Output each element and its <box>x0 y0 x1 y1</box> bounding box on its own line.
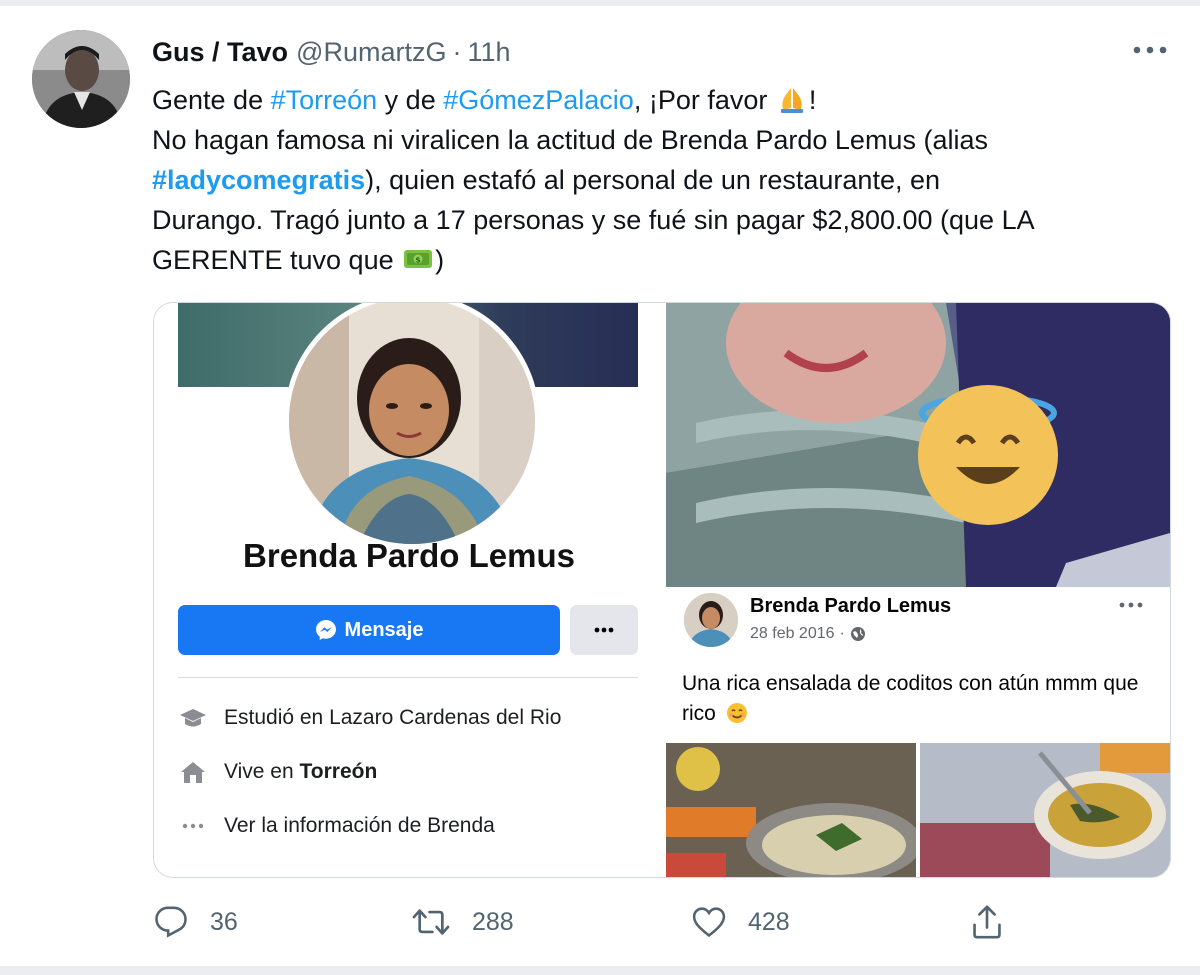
info-lives-city[interactable]: Torreón <box>300 760 378 784</box>
share-button[interactable] <box>970 898 1004 946</box>
profile-picture-image <box>289 303 535 544</box>
post-food-photo-1[interactable] <box>666 743 916 877</box>
message-button[interactable]: Mensaje <box>178 605 560 655</box>
dollar-banknote-icon: $ <box>404 250 433 268</box>
tweet-timestamp[interactable]: 11h <box>467 37 510 68</box>
ellipsis-icon <box>178 811 208 841</box>
bottom-divider <box>0 966 1200 975</box>
tweet-line-1: Gente de #Torreón y de #GómezPalacio, ¡P… <box>152 80 1182 120</box>
tweet-text-segment: ), quien estafó al personal de un restau… <box>365 165 940 195</box>
tweet-text-segment: Gente de <box>152 85 271 115</box>
smiling-face-icon <box>726 703 747 723</box>
post-body: Una rica ensalada de coditos con atún mm… <box>682 669 1152 729</box>
author-avatar-image <box>32 30 130 128</box>
info-lives: Vive en Torreón <box>178 755 377 789</box>
post-date: 28 feb 2016 · <box>750 625 866 643</box>
more-dots-icon <box>594 627 614 633</box>
post-more-button[interactable] <box>1114 595 1148 615</box>
post-body-text: Una rica ensalada de coditos con atún mm… <box>682 672 1139 725</box>
svg-text:$: $ <box>415 256 421 265</box>
more-dots-icon <box>1133 46 1167 54</box>
facebook-post-screenshot[interactable]: Brenda Pardo Lemus 28 feb 2016 · Una ric… <box>666 303 1170 877</box>
tweet-line-2: No hagan famosa ni viralicen la actitud … <box>152 125 988 155</box>
tweet-text-segment: y de <box>377 85 444 115</box>
tweet-header: Gus / Tavo @RumartzG · 11h <box>152 34 511 70</box>
globe-icon <box>850 627 865 641</box>
info-studied: Estudió en Lazaro Cardenas del Rio <box>178 701 561 735</box>
author-name[interactable]: Gus / Tavo <box>152 37 288 68</box>
author-handle[interactable]: @RumartzG <box>296 37 446 68</box>
tweet-text-segment: ! <box>808 85 817 115</box>
facebook-profile-screenshot[interactable]: Brenda Pardo Lemus Mensaje Estudió en La… <box>154 303 664 877</box>
food-photo-1-image <box>666 743 916 877</box>
tweet-line-3: #ladycomegratis), quien estafó al person… <box>152 160 1182 200</box>
folded-hands-icon <box>780 88 803 113</box>
heart-icon <box>692 907 726 938</box>
more-dots-icon <box>1119 602 1143 608</box>
tweet-text-segment: , ¡Por favor <box>633 85 775 115</box>
tweet-text: Gente de #Torreón y de #GómezPalacio, ¡P… <box>152 80 1182 280</box>
post-date-separator: · <box>839 625 845 642</box>
retweet-count: 288 <box>472 907 514 936</box>
retweet-button[interactable]: 288 <box>412 898 514 946</box>
post-photo <box>666 303 1170 587</box>
tweet-text-segment: ) <box>435 245 445 275</box>
profile-more-button[interactable] <box>570 605 638 655</box>
tweet-actions: 36 288 428 <box>0 898 1200 946</box>
profile-name: Brenda Pardo Lemus <box>243 537 575 574</box>
post-date-text[interactable]: 28 feb 2016 <box>750 625 835 643</box>
graduation-cap-icon <box>178 703 208 733</box>
like-button[interactable]: 428 <box>692 898 790 946</box>
header-separator: · <box>452 36 462 67</box>
like-count: 428 <box>748 907 790 936</box>
post-author-name[interactable]: Brenda Pardo Lemus <box>750 595 951 618</box>
info-see-more-text: Ver la información de Brenda <box>224 814 495 837</box>
share-icon <box>973 905 1001 939</box>
post-food-photo-2[interactable] <box>920 743 1170 877</box>
messenger-icon <box>315 620 336 640</box>
tweet-line-4: Durango. Tragó junto a 17 personas y se … <box>152 205 1035 235</box>
post-photo-image <box>666 303 1170 587</box>
retweet-icon <box>412 909 450 935</box>
profile-divider <box>178 677 638 678</box>
info-see-more[interactable]: Ver la información de Brenda <box>178 809 495 843</box>
hashtag-ladycomegratis[interactable]: #ladycomegratis <box>152 165 365 195</box>
info-studied-text: Estudió en Lazaro Cardenas del Rio <box>224 706 562 729</box>
hashtag-torreon[interactable]: #Torreón <box>271 85 378 115</box>
post-author-avatar-image <box>684 593 738 647</box>
reply-button[interactable]: 36 <box>154 898 238 946</box>
info-lives-prefix: Vive en <box>224 760 294 783</box>
tweet-media[interactable]: Brenda Pardo Lemus Mensaje Estudió en La… <box>153 302 1171 878</box>
hashtag-gomezpalacio[interactable]: #GómezPalacio <box>443 85 634 115</box>
reply-icon <box>155 906 187 938</box>
reply-count: 36 <box>210 907 238 936</box>
author-avatar[interactable] <box>32 30 130 128</box>
more-options-button[interactable] <box>1128 36 1172 64</box>
profile-picture <box>284 303 540 549</box>
food-photo-2-image <box>920 743 1170 877</box>
tweet-text-segment: GERENTE tuvo que <box>152 245 402 275</box>
tweet-line-5: GERENTE tuvo que $ ) <box>152 240 1182 280</box>
post-author-avatar[interactable] <box>684 593 738 647</box>
home-icon <box>178 757 208 787</box>
message-button-label: Mensaje <box>344 618 424 641</box>
top-divider <box>0 0 1200 6</box>
